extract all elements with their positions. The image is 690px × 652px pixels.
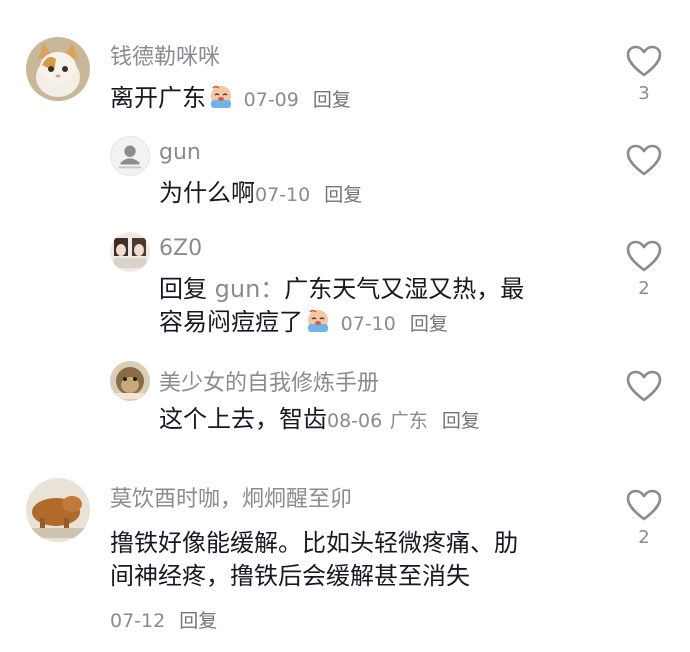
crying-face-emoji [208, 84, 234, 110]
comment-date: 07-10 [255, 184, 311, 206]
heart-outline-icon [626, 144, 662, 176]
reply-prefix: 回复 [159, 275, 207, 303]
comment-body: 离开广东 [110, 84, 206, 112]
heart-outline-icon [626, 489, 662, 521]
comment-body: 这个上去，智齿 [159, 405, 327, 433]
like-button[interactable] [618, 370, 670, 408]
username[interactable]: 钱德勒咪咪 [110, 39, 220, 71]
reply-target-username[interactable]: gun： [215, 275, 285, 303]
default-user-avatar[interactable] [110, 136, 150, 176]
comment-date: 07-09 [243, 89, 299, 111]
like-count: 2 [638, 527, 650, 548]
comment-body-line2: 间神经疼，撸铁后会缓解甚至消失 [110, 562, 470, 590]
like-button[interactable] [618, 144, 670, 182]
comment-body-line2: 容易闷痘痘了 [159, 308, 303, 336]
username[interactable]: 美少女的自我修炼手册 [159, 365, 379, 397]
username[interactable]: gun [159, 140, 201, 165]
like-count: 3 [638, 83, 650, 104]
like-button[interactable]: 2 [618, 240, 670, 299]
cat-avatar[interactable] [26, 37, 90, 101]
username[interactable]: 莫饮酉时咖，炯炯醒至卯 [110, 481, 352, 513]
comment-text: 这个上去，智齿08-06 广东 回复 [159, 403, 480, 438]
reply-button[interactable]: 回复 [324, 184, 362, 206]
heart-outline-icon [626, 45, 662, 77]
comment-text: 为什么啊07-10 回复 [159, 177, 362, 212]
dog-avatar[interactable] [26, 478, 90, 542]
monkey-avatar[interactable] [110, 361, 150, 401]
crying-face-emoji [305, 308, 331, 334]
reply-button[interactable]: 回复 [442, 410, 480, 432]
comment-text: 撸铁好像能缓解。比如头轻微疼痛、肋 间神经疼，撸铁后会缓解甚至消失 [110, 527, 600, 593]
comment-location: 广东 [389, 410, 428, 432]
comment-text: 离开广东 07-09 回复 [110, 82, 351, 117]
like-button[interactable]: 2 [618, 489, 670, 548]
comment-date: 07-12 [110, 610, 166, 632]
reply-button[interactable]: 回复 [313, 89, 351, 111]
comment-meta: 07-12 回复 [110, 606, 217, 633]
comment-body-line1: 广东天气又湿又热，最 [284, 275, 525, 303]
comment-body: 为什么啊 [159, 179, 255, 207]
anime-avatar[interactable] [110, 232, 150, 272]
like-button[interactable]: 3 [618, 45, 670, 104]
username[interactable]: 6Z0 [159, 236, 202, 261]
heart-outline-icon [626, 370, 662, 402]
reply-button[interactable]: 回复 [410, 313, 448, 335]
reply-button[interactable]: 回复 [179, 610, 217, 632]
comment-date: 07-10 [340, 313, 396, 335]
heart-outline-icon [626, 240, 662, 272]
like-count: 2 [638, 278, 650, 299]
comment-text: 回复 gun：广东天气又湿又热，最 容易闷痘痘了 07-10 回复 [159, 273, 589, 341]
comment-body-line1: 撸铁好像能缓解。比如头轻微疼痛、肋 [110, 529, 518, 557]
comment-date: 08-06 [327, 410, 383, 432]
